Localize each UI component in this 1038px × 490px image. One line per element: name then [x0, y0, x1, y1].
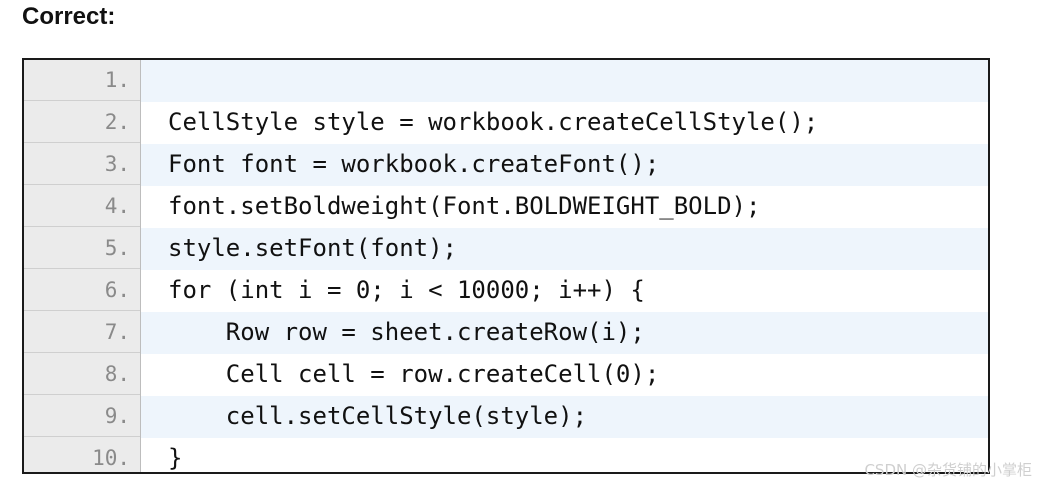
code-text: }	[141, 438, 988, 472]
code-line: 2. CellStyle style = workbook.createCell…	[24, 102, 988, 144]
line-number: 3.	[24, 144, 140, 185]
line-number: 8.	[24, 354, 140, 395]
line-number: 2.	[24, 102, 140, 143]
code-text	[141, 60, 988, 102]
code-text: CellStyle style = workbook.createCellSty…	[141, 102, 988, 144]
code-text: style.setFont(font);	[141, 228, 988, 270]
code-line: 8. Cell cell = row.createCell(0);	[24, 354, 988, 396]
code-text: font.setBoldweight(Font.BOLDWEIGHT_BOLD)…	[141, 186, 988, 228]
code-text: cell.setCellStyle(style);	[141, 396, 988, 438]
code-text: Cell cell = row.createCell(0);	[141, 354, 988, 396]
line-number: 10.	[24, 438, 140, 472]
line-number: 1.	[24, 60, 140, 101]
line-number: 5.	[24, 228, 140, 269]
section-heading: Correct:	[22, 3, 116, 30]
code-line: 9. cell.setCellStyle(style);	[24, 396, 988, 438]
watermark: CSDN @杂货铺的小掌柜	[864, 461, 1032, 479]
code-text: Font font = workbook.createFont();	[141, 144, 988, 186]
code-line: 6. for (int i = 0; i < 10000; i++) {	[24, 270, 988, 312]
code-line: 4. font.setBoldweight(Font.BOLDWEIGHT_BO…	[24, 186, 988, 228]
line-number: 6.	[24, 270, 140, 311]
line-number: 9.	[24, 396, 140, 437]
line-number: 4.	[24, 186, 140, 227]
code-line: 10. }	[24, 438, 988, 472]
line-number: 7.	[24, 312, 140, 353]
code-text: Row row = sheet.createRow(i);	[141, 312, 988, 354]
code-line: 1.	[24, 60, 988, 102]
code-line: 7. Row row = sheet.createRow(i);	[24, 312, 988, 354]
code-text: for (int i = 0; i < 10000; i++) {	[141, 270, 988, 312]
code-line: 3. Font font = workbook.createFont();	[24, 144, 988, 186]
code-line: 5. style.setFont(font);	[24, 228, 988, 270]
code-block: 1. 2. CellStyle style = workbook.createC…	[22, 58, 990, 474]
